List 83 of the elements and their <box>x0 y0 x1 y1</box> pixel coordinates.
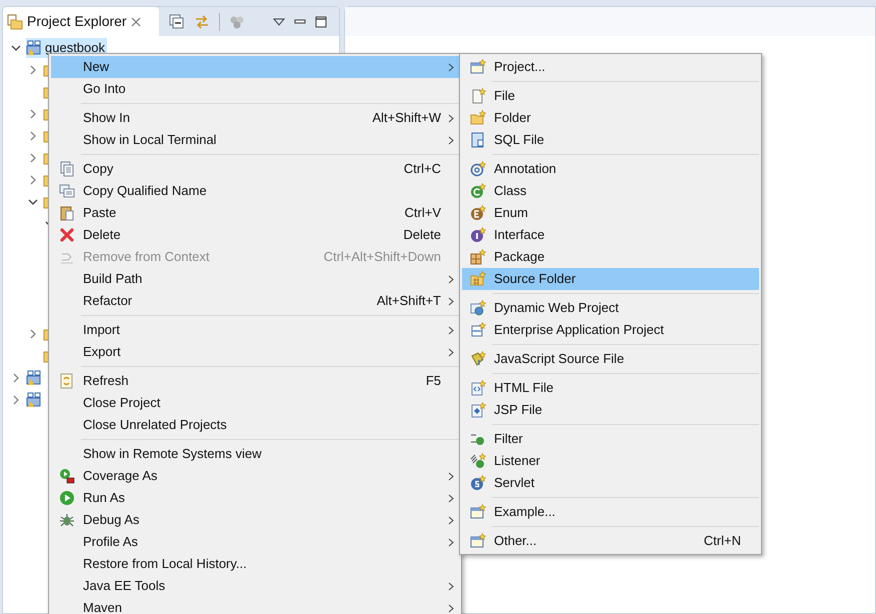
menu-item[interactable]: HTML File <box>462 377 759 399</box>
menu-item[interactable]: Restore from Local History... <box>51 553 459 575</box>
servlet-icon <box>470 475 486 491</box>
menu-item[interactable]: Show in Remote Systems view <box>51 443 459 465</box>
menu-item[interactable]: Copy Qualified Name <box>51 180 459 202</box>
link-icon <box>194 14 210 30</box>
run-icon <box>59 490 75 506</box>
menu-item[interactable]: Enterprise Application Project <box>462 319 759 341</box>
menu-item[interactable]: Coverage As <box>51 465 459 487</box>
wizard-icon <box>470 533 486 549</box>
web-project-icon <box>470 300 486 316</box>
paste-icon <box>59 205 75 221</box>
new-folder-icon <box>470 110 486 126</box>
minimize-icon <box>294 16 306 26</box>
menu-item[interactable]: Paste Ctrl+V <box>51 202 459 224</box>
menu-item[interactable]: Source Folder <box>462 268 759 290</box>
new-file-icon <box>470 88 486 104</box>
menu-item[interactable]: Refactor Alt+Shift+T <box>51 290 459 312</box>
panel-title: Project Explorer <box>27 12 127 31</box>
menu-item[interactable]: Export <box>51 341 459 363</box>
view-menu-icon <box>273 16 285 26</box>
menu-item[interactable]: Servlet <box>462 472 759 494</box>
enum-icon <box>470 205 486 221</box>
source-folder-icon <box>470 271 486 287</box>
menu-item[interactable]: Go Into <box>51 78 459 100</box>
example-icon <box>470 504 486 520</box>
copy-name-icon <box>59 183 75 199</box>
menu-item[interactable]: Show In Alt+Shift+W <box>51 107 459 129</box>
menu-item[interactable]: Close Project <box>51 392 459 414</box>
menu-item[interactable]: Filter <box>462 428 759 450</box>
listener-icon <box>470 453 486 469</box>
project-icon <box>26 40 42 56</box>
maximize-icon <box>315 16 327 28</box>
menu-item[interactable]: Package <box>462 246 759 268</box>
jsp-file-icon <box>470 402 486 418</box>
menu-item[interactable]: Other... Ctrl+N <box>462 530 759 552</box>
menu-item[interactable]: Profile As <box>51 531 459 553</box>
menu-item[interactable]: New <box>51 56 459 78</box>
menu-item[interactable]: JSP File <box>462 399 759 421</box>
menu-item[interactable]: Class <box>462 180 759 202</box>
project-icon <box>26 370 42 386</box>
delete-icon <box>59 227 75 243</box>
refresh-icon <box>59 373 75 389</box>
menu-item[interactable]: Maven <box>51 597 459 614</box>
html-file-icon <box>470 380 486 396</box>
menu-item[interactable]: Project... <box>462 56 759 78</box>
options-icon <box>229 14 245 30</box>
menu-item[interactable]: Enum <box>462 202 759 224</box>
menu-item[interactable]: Delete Delete <box>51 224 459 246</box>
copy-icon <box>59 161 75 177</box>
menu-item[interactable]: Build Path <box>51 268 459 290</box>
menu-item[interactable]: Annotation <box>462 158 759 180</box>
menu-item[interactable]: Debug As <box>51 509 459 531</box>
menu-item[interactable]: SQL File <box>462 129 759 151</box>
bug-icon <box>59 512 75 528</box>
menu-item[interactable]: Run As <box>51 487 459 509</box>
menu-item[interactable]: Java EE Tools <box>51 575 459 597</box>
package-icon <box>470 249 486 265</box>
close-icon <box>130 16 141 26</box>
menu-item[interactable]: Close Unrelated Projects <box>51 414 459 436</box>
menu-item[interactable]: File <box>462 85 759 107</box>
menu-item[interactable]: Import <box>51 319 459 341</box>
menu-item[interactable]: Show in Local Terminal <box>51 129 459 151</box>
project-icon <box>26 392 42 408</box>
menu-item[interactable]: Refresh F5 <box>51 370 459 392</box>
menu-item[interactable]: JavaScript Source File <box>462 348 759 370</box>
new-project-icon <box>470 59 486 75</box>
menu-item[interactable]: Interface <box>462 224 759 246</box>
annotation-icon <box>470 161 486 177</box>
menu-item[interactable]: Dynamic Web Project <box>462 297 759 319</box>
coverage-icon <box>59 468 75 484</box>
menu-item[interactable]: Example... <box>462 501 759 523</box>
javascript-file-icon <box>470 351 486 367</box>
application-project-icon <box>470 322 486 338</box>
class-icon <box>470 183 486 199</box>
collapse-all-icon <box>169 14 185 30</box>
menu-item[interactable]: Listener <box>462 450 759 472</box>
menu-item[interactable]: Copy Ctrl+C <box>51 158 459 180</box>
panel-tab[interactable]: Project Explorer <box>3 7 159 36</box>
interface-icon <box>470 227 486 243</box>
explorer-icon <box>7 14 23 30</box>
database-file-icon <box>470 132 486 148</box>
menu-item[interactable]: Folder <box>462 107 759 129</box>
